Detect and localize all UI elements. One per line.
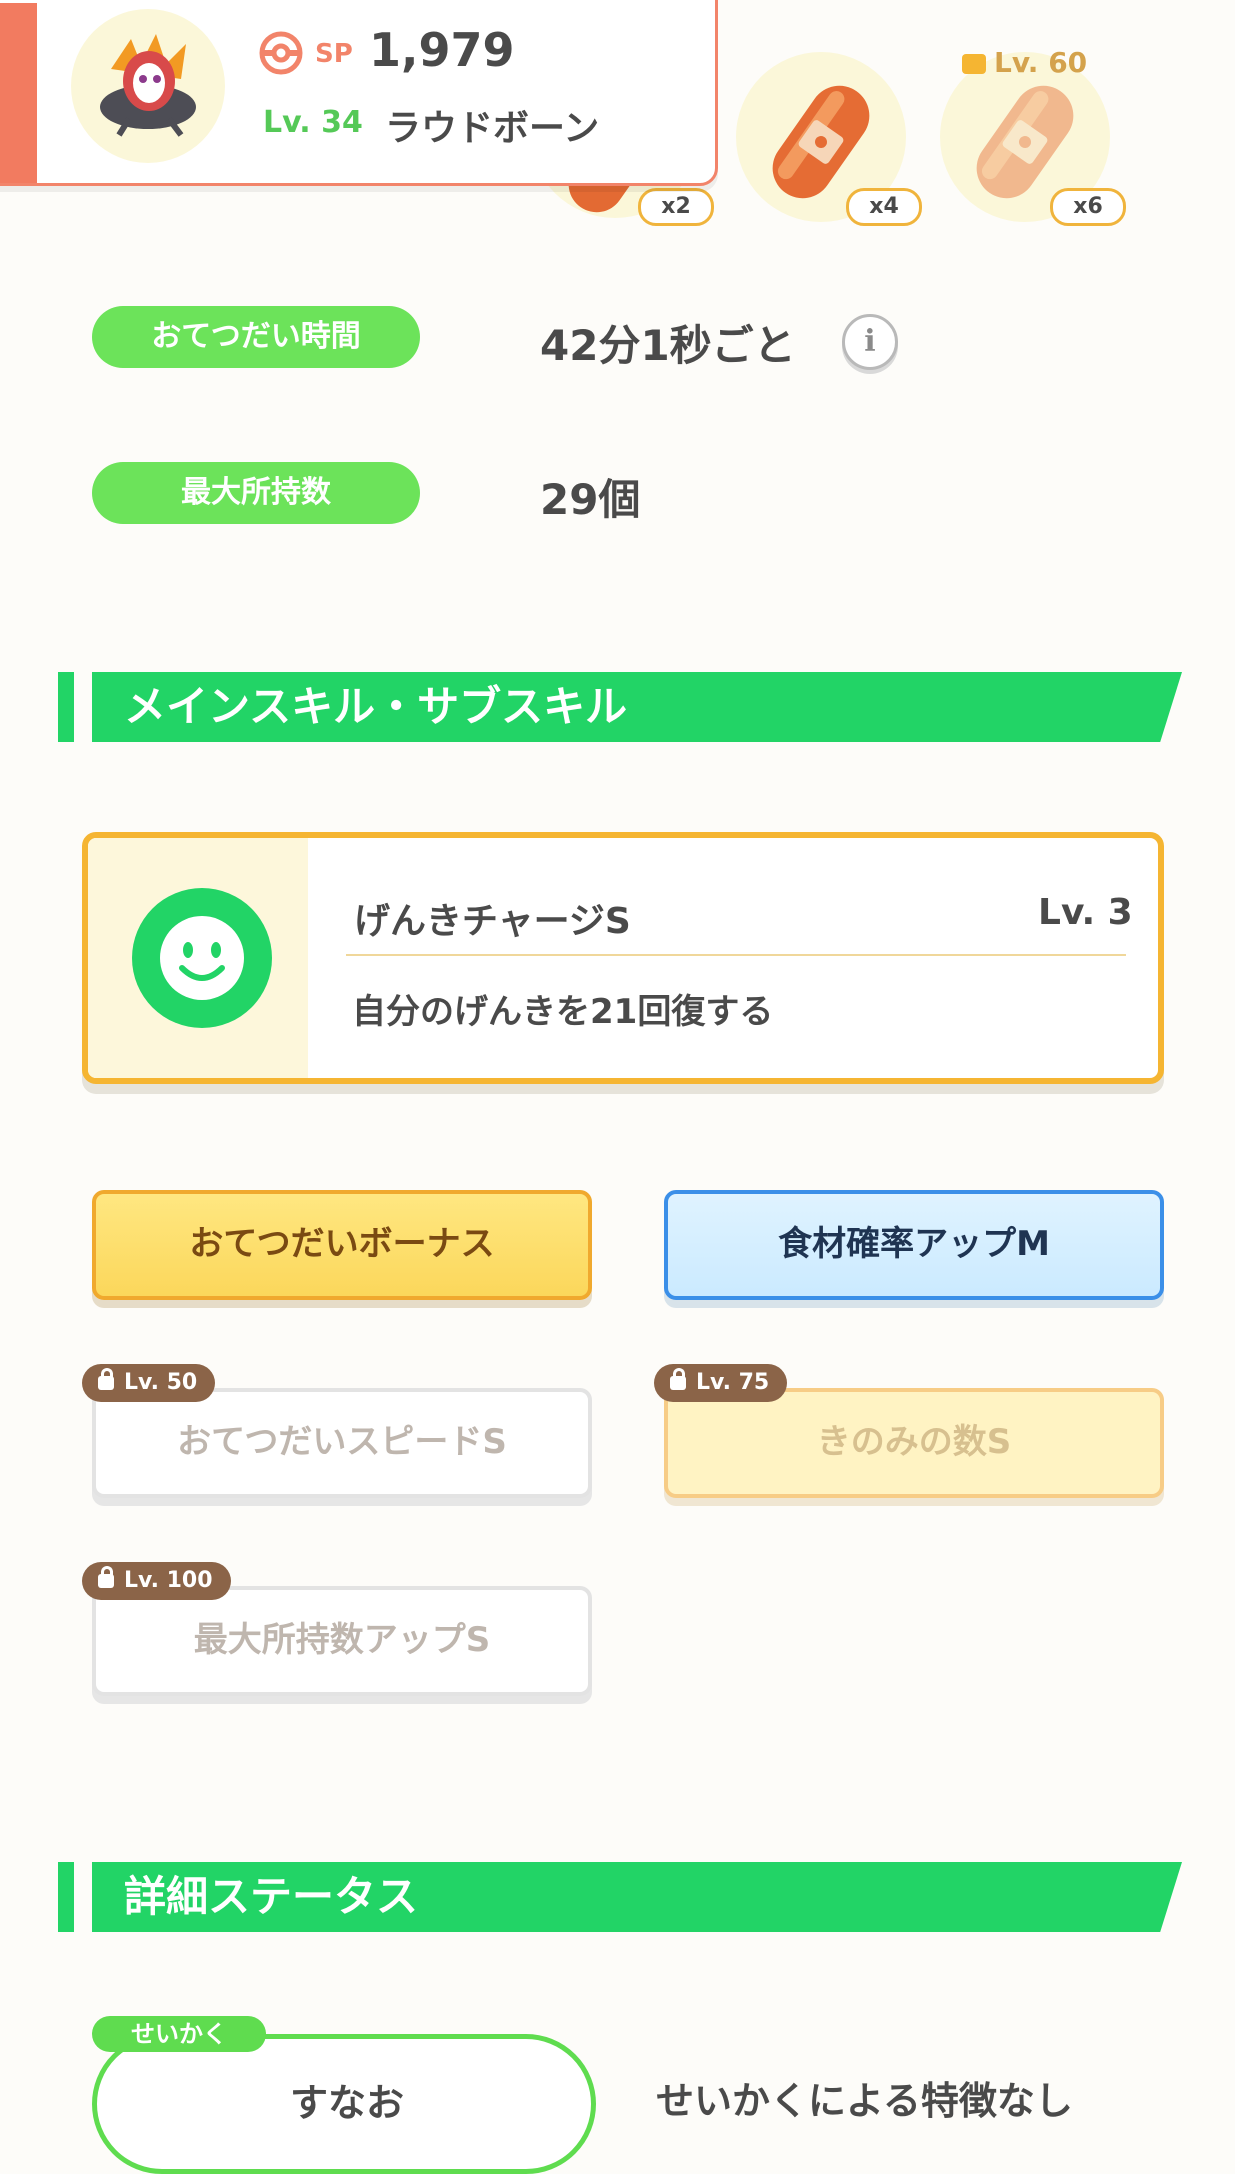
- sub-skill-button-locked[interactable]: おてつだいスピードS: [92, 1388, 592, 1498]
- ingredient-lock-level: Lv. 60: [962, 46, 1087, 79]
- sp-label: SP: [315, 39, 353, 69]
- sub-skill-button[interactable]: 食材確率アップM: [664, 1190, 1164, 1300]
- details-section-title: 詳細ステータス: [92, 1862, 1182, 1932]
- lock-icon: [670, 1368, 686, 1390]
- ingredient-quantity: x2: [638, 188, 714, 226]
- max-carry-label: 最大所持数: [92, 462, 420, 524]
- pokemon-avatar-icon: [100, 34, 196, 137]
- skills-section-title: メインスキル・サブスキル: [92, 672, 1182, 742]
- section-accent: [58, 1862, 74, 1932]
- divider: [346, 954, 1126, 956]
- section-accent: [58, 672, 74, 742]
- lock-icon: [98, 1566, 114, 1588]
- pokemon-header-card: SP 1,979 Lv. 34 ラウドボーン: [0, 0, 718, 186]
- smile-icon: [132, 888, 272, 1028]
- nature-label: せいかく: [92, 2016, 266, 2052]
- help-time-value: 42分1秒ごと: [540, 321, 796, 370]
- lock-level-tag: Lv. 100: [82, 1562, 231, 1600]
- main-skill-card[interactable]: げんきチャージS Lv. 3 自分のげんきを21回復する: [82, 832, 1164, 1084]
- sub-skill-button-locked[interactable]: 最大所持数アップS: [92, 1586, 592, 1696]
- lock-icon: [962, 54, 986, 74]
- sp-value: 1,979: [369, 23, 515, 77]
- pokeball-icon: [259, 31, 303, 75]
- ingredient-quantity: x6: [1050, 188, 1126, 226]
- max-carry-value: 29個: [540, 475, 641, 524]
- pokemon-level: Lv. 34: [263, 105, 363, 140]
- lock-icon: [98, 1368, 114, 1390]
- nature-value: すなお: [290, 2081, 405, 2125]
- info-icon[interactable]: i: [842, 314, 898, 370]
- nature-effect: せいかくによる特徴なし: [656, 2079, 1073, 2123]
- pokemon-name: ラウドボーン: [385, 108, 600, 149]
- main-skill-description: 自分のげんきを21回復する: [352, 992, 774, 1032]
- header-accent-stripe: [0, 3, 37, 183]
- sub-skill-button[interactable]: おてつだいボーナス: [92, 1190, 592, 1300]
- ingredient-quantity: x4: [846, 188, 922, 226]
- lock-level-tag: Lv. 50: [82, 1364, 216, 1402]
- main-skill-name: げんきチャージS: [354, 901, 631, 942]
- sub-skill-button-locked[interactable]: きのみの数S: [664, 1388, 1164, 1498]
- ingredient-2: x4: [736, 52, 922, 226]
- avatar: [71, 9, 225, 163]
- lock-level-tag: Lv. 75: [654, 1364, 788, 1402]
- main-skill-level: Lv. 3: [1038, 892, 1133, 933]
- help-time-label: おてつだい時間: [92, 306, 420, 368]
